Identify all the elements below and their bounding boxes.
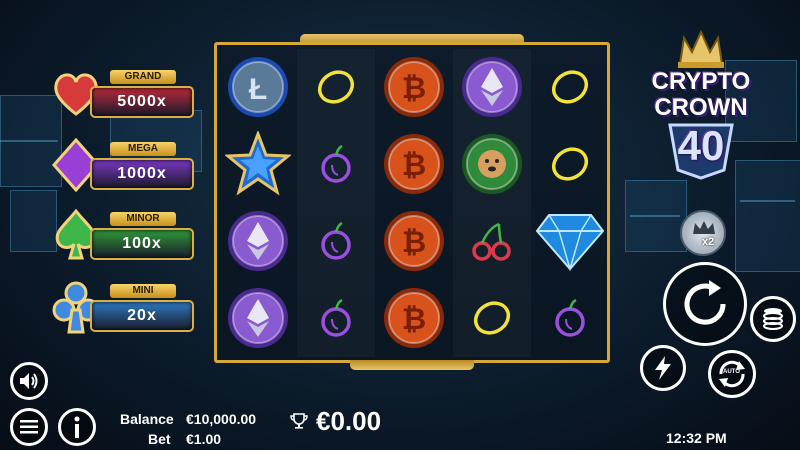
reel-bottom-ornament — [350, 360, 474, 370]
cherry-symbol — [453, 203, 531, 279]
star-symbol — [219, 126, 297, 202]
info-icon — [74, 416, 80, 438]
jackpot-value: 100x — [90, 228, 194, 260]
bet-multiplier-button[interactable]: x2 — [680, 210, 726, 256]
reel-5 — [531, 49, 609, 357]
info-button[interactable] — [58, 408, 96, 446]
svg-text:₿: ₿ — [402, 226, 426, 259]
crown-icon — [693, 221, 715, 234]
hamburger-icon — [20, 420, 38, 434]
jackpot-mini: MINI 20x — [50, 280, 195, 342]
balance-label: Balance — [120, 411, 174, 427]
jackpot-mega: MEGA 1000x — [50, 138, 195, 200]
svg-text:₿: ₿ — [402, 72, 426, 105]
bitcoin-symbol: ₿ — [375, 126, 453, 202]
bet-value: €1.00 — [186, 431, 222, 447]
bitcoin-symbol: ₿ — [375, 280, 453, 356]
speaker-icon — [20, 373, 38, 389]
plum-symbol — [297, 280, 375, 356]
autoplay-label: AUTO — [723, 369, 740, 375]
dogecoin-symbol — [453, 126, 531, 202]
jackpot-value: 20x — [90, 300, 194, 332]
win-amount: €0.00 — [316, 406, 382, 436]
plum-symbol — [531, 280, 609, 356]
lemon-symbol — [531, 126, 609, 202]
reel-1: Ł — [219, 49, 297, 357]
svg-text:₿: ₿ — [402, 149, 426, 182]
logo-line-2: CROWN — [654, 94, 748, 121]
logo-line-3: 40 — [677, 122, 725, 169]
jackpot-minor: MINOR 100x — [50, 208, 195, 270]
game-logo: CRYPTO CROWN 40 — [640, 30, 762, 180]
reel-4 — [453, 49, 531, 357]
lemon-symbol — [531, 49, 609, 125]
ethereum-symbol — [219, 203, 297, 279]
reel-2 — [297, 49, 375, 357]
reel-3: ₿ ₿ ₿ ₿ — [375, 49, 453, 357]
bet-label: Bet — [148, 431, 171, 447]
clock: 12:32 PM — [666, 430, 727, 446]
jackpot-value: 5000x — [90, 86, 194, 118]
bitcoin-symbol: ₿ — [375, 203, 453, 279]
multiplier-label: x2 — [702, 236, 715, 248]
trophy-icon — [290, 413, 308, 429]
logo-line-1: CRYPTO — [651, 68, 751, 95]
reel-grid: Ł ₿ ₿ ₿ ₿ — [214, 42, 610, 363]
svg-text:Ł: Ł — [249, 73, 267, 106]
coin-stack-icon — [763, 308, 783, 330]
svg-text:₿: ₿ — [402, 303, 426, 336]
jackpot-name: MINI — [110, 284, 176, 298]
litecoin-symbol: Ł — [219, 49, 297, 125]
spin-button[interactable] — [663, 262, 747, 346]
plum-symbol — [297, 203, 375, 279]
jackpot-name: GRAND — [110, 70, 176, 84]
jackpot-grand: GRAND 5000x — [50, 66, 195, 128]
autoplay-button[interactable]: AUTO — [708, 350, 756, 398]
sound-button[interactable] — [10, 362, 48, 400]
jackpot-value: 1000x — [90, 158, 194, 190]
ethereum-symbol — [453, 49, 531, 125]
plum-symbol — [297, 126, 375, 202]
jackpot-name: MEGA — [110, 142, 176, 156]
lightning-icon — [655, 356, 671, 380]
spin-arrow-icon — [684, 280, 726, 325]
lemon-symbol — [297, 49, 375, 125]
menu-button[interactable] — [10, 408, 48, 446]
jackpot-name: MINOR — [110, 212, 176, 226]
ethereum-symbol — [219, 280, 297, 356]
balance-value: €10,000.00 — [186, 411, 257, 427]
bet-settings-button[interactable] — [750, 296, 796, 342]
bitcoin-symbol: ₿ — [375, 49, 453, 125]
turbo-button[interactable] — [640, 345, 686, 391]
lemon-symbol — [453, 280, 531, 356]
diamond-symbol — [531, 203, 609, 279]
